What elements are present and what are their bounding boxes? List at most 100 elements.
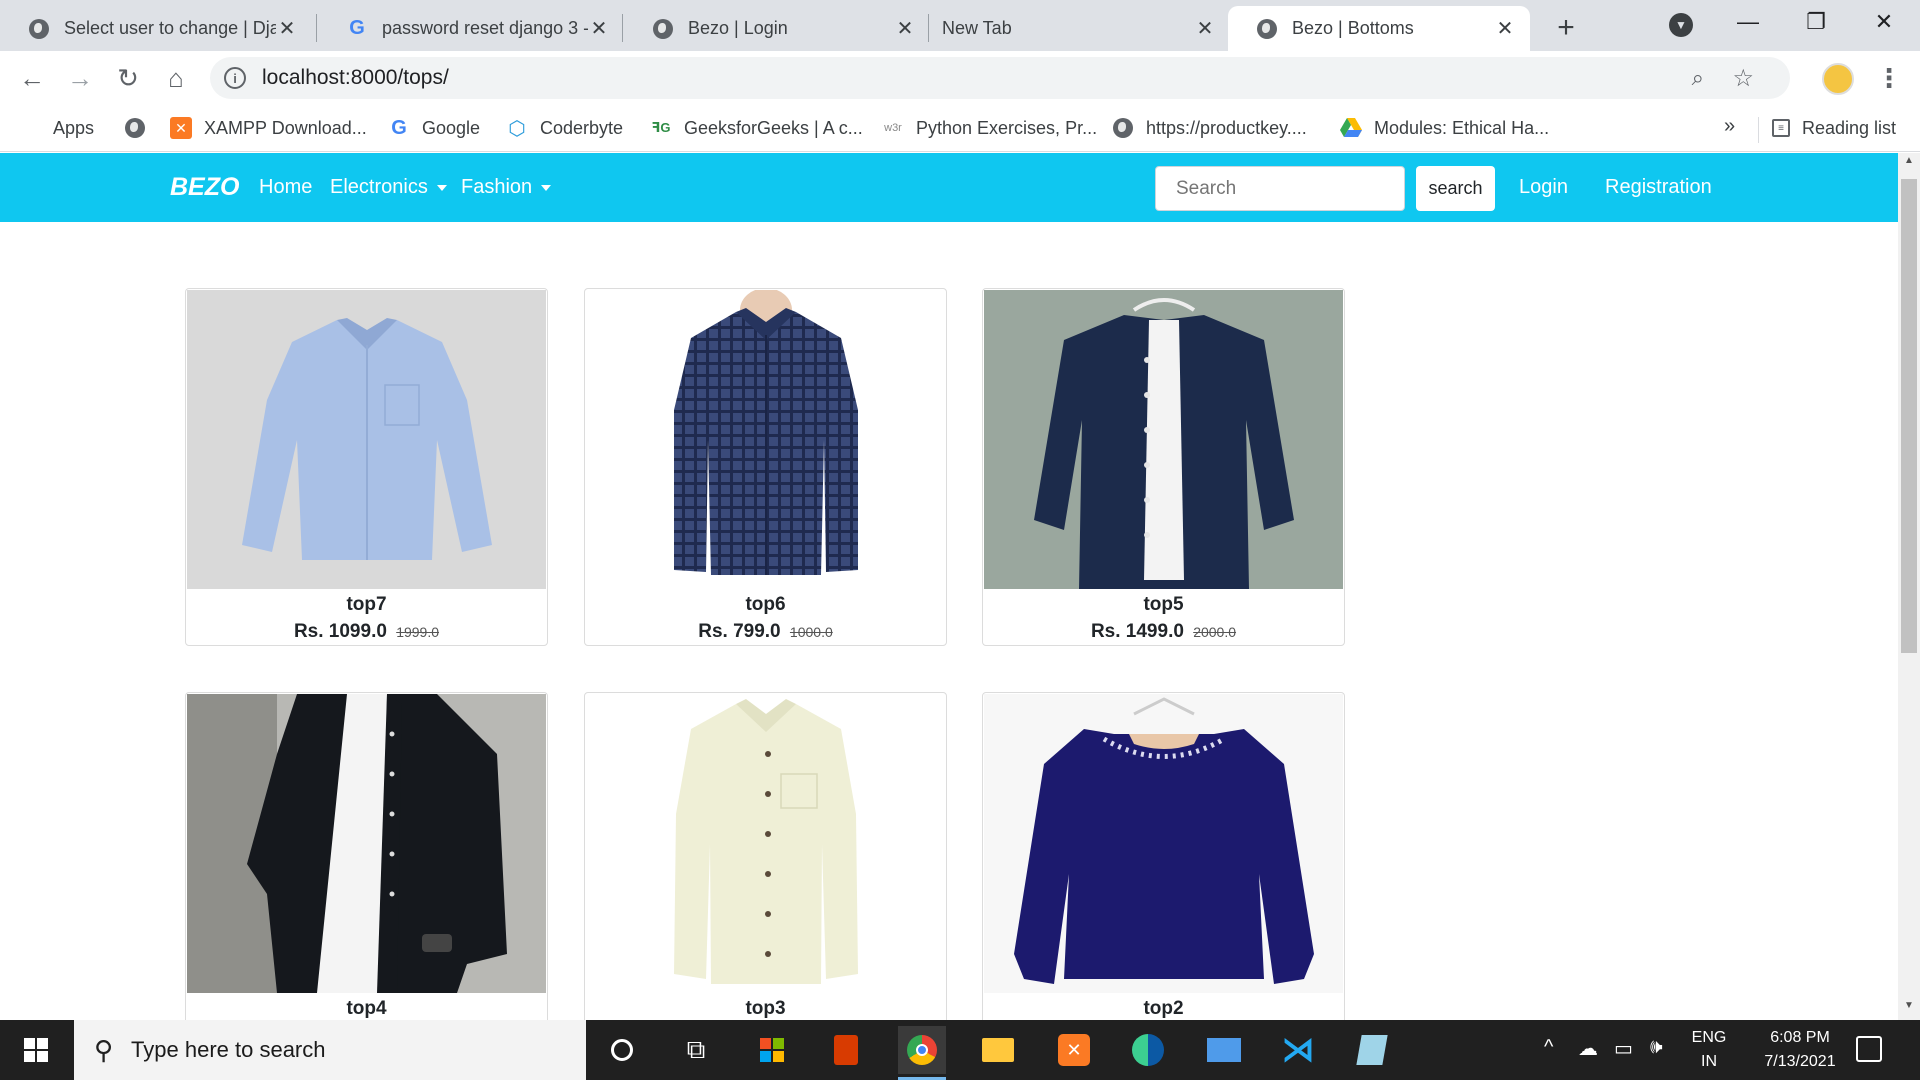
task-view-icon[interactable]: ⧉ (672, 1026, 720, 1074)
mail-icon[interactable] (1200, 1026, 1248, 1074)
bookmark-coderbyte[interactable]: ⬡ Coderbyte (506, 115, 623, 141)
product-name[interactable]: top4 (186, 998, 547, 1020)
file-explorer-icon[interactable] (974, 1026, 1022, 1074)
product-name[interactable]: top7 (186, 594, 547, 616)
language-indicator[interactable]: ENG IN (1684, 1026, 1734, 1074)
product-image-top4[interactable] (187, 694, 546, 993)
product-image-top2[interactable] (984, 694, 1343, 993)
tab-select-user[interactable]: Select user to change | Dja ✕ (0, 6, 312, 51)
tab-title: password reset django 3 - (382, 18, 588, 38)
forward-arrow-icon[interactable]: → (62, 60, 98, 96)
microsoft-store-icon[interactable] (748, 1026, 796, 1074)
product-card-top6[interactable]: top6 Rs. 799.0 1000.0 (584, 288, 947, 646)
tray-chevron-up-icon[interactable]: ^ (1544, 1036, 1553, 1059)
browser-tab-strip: Select user to change | Dja ✕ G password… (0, 0, 1920, 51)
bookmark-label: https://productkey.... (1146, 117, 1307, 138)
windows-start-button[interactable] (0, 1020, 72, 1080)
product-card-top3[interactable]: top3 (584, 692, 947, 1020)
close-icon[interactable]: ✕ (1494, 18, 1516, 40)
tab-bezo-login[interactable]: Bezo | Login ✕ (624, 6, 930, 51)
product-card-top4[interactable]: top4 (185, 692, 548, 1020)
reading-list[interactable]: ≡ Reading list (1772, 115, 1896, 141)
taskbar-search-box[interactable]: ⚲ Type here to search (74, 1020, 586, 1080)
product-image-top6[interactable] (586, 290, 945, 589)
nav-registration[interactable]: Registration (1605, 176, 1712, 199)
nav-home[interactable]: Home (259, 176, 312, 199)
product-price: Rs. 1499.0 2000.0 (983, 621, 1344, 643)
bookmark-geeksforgeeks[interactable]: ꟻG GeeksforGeeks | A c... (650, 115, 863, 141)
bookmark-google[interactable]: G Google (388, 115, 480, 141)
new-tab-plus-icon[interactable]: + (1548, 10, 1584, 46)
cortana-icon[interactable] (598, 1026, 646, 1074)
google-icon: G (349, 17, 365, 39)
zoom-icon[interactable]: ⌕ (1692, 65, 1704, 91)
product-name[interactable]: top6 (585, 594, 946, 616)
scroll-up-arrow-icon[interactable]: ▲ (1898, 155, 1920, 173)
bookmark-modules[interactable]: Modules: Ethical Ha... (1340, 115, 1549, 141)
bookmark-xampp[interactable]: ✕ XAMPP Download... (170, 115, 367, 141)
notepad-icon[interactable] (1348, 1026, 1396, 1074)
bookmark-python-exercises[interactable]: w3r Python Exercises, Pr... (882, 115, 1097, 141)
product-name[interactable]: top5 (983, 594, 1344, 616)
close-icon[interactable]: ✕ (276, 18, 298, 40)
close-icon[interactable]: ✕ (588, 18, 610, 40)
taskbar-search-placeholder: Type here to search (131, 1037, 326, 1062)
tab-password-reset[interactable]: G password reset django 3 - ✕ (318, 6, 624, 51)
close-icon[interactable]: ✕ (1194, 18, 1216, 40)
minimize-icon[interactable]: — (1720, 4, 1776, 40)
site-brand-logo[interactable]: BEZO (170, 173, 239, 202)
nav-login[interactable]: Login (1519, 176, 1568, 199)
scroll-down-arrow-icon[interactable]: ▼ (1898, 1000, 1920, 1018)
product-image-top7[interactable] (187, 290, 546, 589)
nav-electronics-dropdown[interactable]: Electronics (330, 176, 447, 199)
address-bar[interactable]: i localhost:8000/tops/ ⌕ ☆ (210, 57, 1790, 99)
profile-avatar[interactable] (1822, 63, 1854, 95)
bookmarks-overflow-chevron[interactable]: » (1724, 115, 1735, 138)
product-name[interactable]: top3 (585, 998, 946, 1020)
edge-icon[interactable] (1124, 1026, 1172, 1074)
product-name[interactable]: top2 (983, 998, 1344, 1020)
product-image-top5[interactable] (984, 290, 1343, 589)
restore-icon[interactable]: ❐ (1788, 4, 1844, 40)
page-scrollbar[interactable]: ▲ ▼ (1898, 153, 1920, 1020)
close-icon[interactable]: ✕ (894, 18, 916, 40)
window-close-icon[interactable]: ✕ (1856, 4, 1912, 40)
url-text[interactable]: localhost:8000/tops/ (262, 66, 449, 90)
bookmark-apps[interactable]: Apps (22, 115, 94, 141)
battery-icon[interactable]: ▭ (1614, 1036, 1633, 1061)
xampp-icon[interactable]: ✕ (1050, 1026, 1098, 1074)
info-icon[interactable]: i (224, 67, 246, 89)
region-code: IN (1701, 1053, 1717, 1070)
tab-search-icon[interactable]: ▼ (1669, 13, 1693, 37)
tab-new-tab[interactable]: New Tab ✕ (930, 6, 1230, 51)
windows-logo-icon (24, 1038, 48, 1062)
bookmark-productkey[interactable]: https://productkey.... (1112, 115, 1307, 141)
caret-down-icon (541, 184, 552, 191)
chrome-icon[interactable] (898, 1026, 946, 1080)
reload-icon[interactable]: ↻ (110, 60, 146, 96)
search-input[interactable] (1155, 166, 1405, 211)
tab-title: Bezo | Login (688, 18, 788, 38)
tab-bezo-bottoms[interactable]: Bezo | Bottoms ✕ (1228, 6, 1530, 51)
system-clock[interactable]: 6:08 PM 7/13/2021 (1738, 1026, 1862, 1074)
vscode-icon[interactable]: ⋊ (1274, 1026, 1322, 1074)
volume-icon[interactable]: 🕪 (1650, 1036, 1663, 1059)
current-price: Rs. 1499.0 (1090, 621, 1184, 642)
bookmark-star-icon[interactable]: ☆ (1732, 64, 1754, 93)
drive-icon (1340, 117, 1362, 139)
onedrive-icon[interactable]: ☁ (1578, 1036, 1598, 1061)
menu-dots-icon[interactable]: ⋮ (1876, 63, 1902, 94)
clock-date: 7/13/2021 (1764, 1053, 1836, 1070)
office-icon[interactable] (822, 1026, 870, 1074)
back-arrow-icon[interactable]: ← (14, 60, 50, 96)
bookmark-globe[interactable] (124, 115, 158, 141)
search-button[interactable]: search (1416, 166, 1495, 211)
product-card-top7[interactable]: top7 Rs. 1099.0 1999.0 (185, 288, 548, 646)
nav-fashion-dropdown[interactable]: Fashion (461, 176, 552, 199)
notification-center-icon[interactable] (1856, 1036, 1882, 1062)
home-icon[interactable]: ⌂ (158, 60, 194, 96)
scroll-thumb[interactable] (1901, 179, 1917, 653)
product-card-top2[interactable]: top2 (982, 692, 1345, 1020)
product-image-top3[interactable] (586, 694, 945, 993)
product-card-top5[interactable]: top5 Rs. 1499.0 2000.0 (982, 288, 1345, 646)
